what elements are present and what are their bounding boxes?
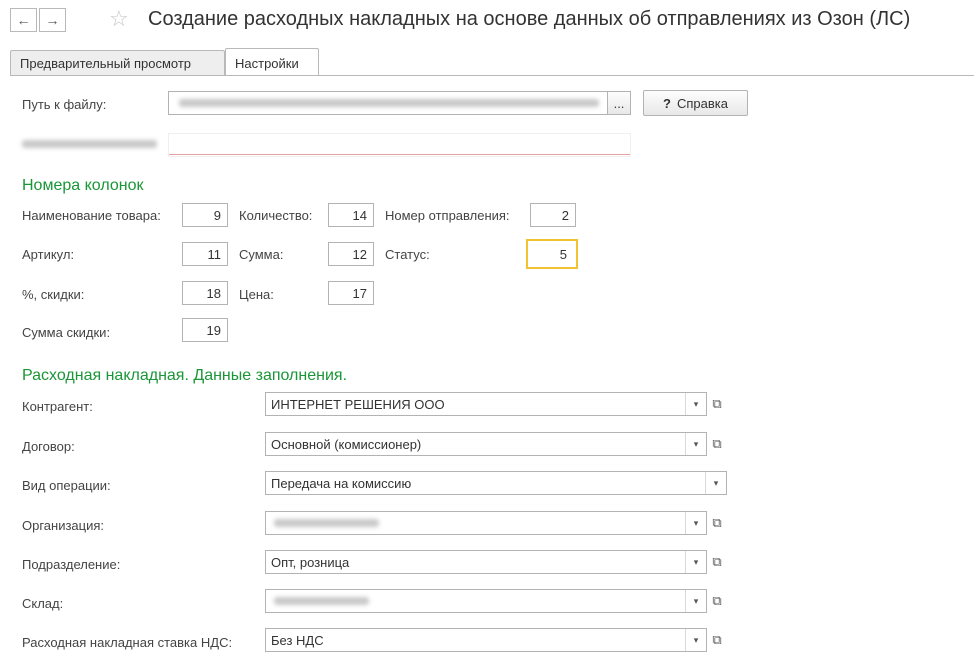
department-select[interactable]: Опт, розница ▾	[265, 550, 707, 574]
invoice-heading: Расходная накладная. Данные заполнения.	[22, 367, 348, 384]
open-icon[interactable]: ⧉	[707, 628, 727, 652]
warehouse-value-redacted	[274, 597, 369, 605]
open-icon[interactable]: ⧉	[707, 589, 727, 613]
help-button-label: Справка	[676, 95, 728, 111]
redacted-label	[22, 140, 157, 148]
question-icon: ?	[663, 95, 671, 111]
discount-pct-column-input[interactable]: 18	[182, 281, 228, 305]
warehouse-select[interactable]: ▾	[265, 589, 707, 613]
discount-sum-column-label: Сумма скидки:	[22, 325, 111, 340]
open-icon[interactable]: ⧉	[707, 511, 727, 535]
chevron-down-icon[interactable]: ▾	[685, 512, 706, 534]
forward-button[interactable]: →	[39, 8, 66, 32]
price-column-input[interactable]: 17	[328, 281, 374, 305]
name-column-input[interactable]: 9	[182, 203, 228, 227]
contract-label: Договор:	[22, 439, 75, 454]
article-column-input[interactable]: 11	[182, 242, 228, 266]
open-icon[interactable]: ⧉	[707, 392, 727, 416]
warehouse-label: Склад:	[22, 596, 64, 611]
star-icon[interactable]: ☆	[109, 6, 129, 32]
arrow-left-icon: ←	[16, 12, 31, 28]
open-icon[interactable]: ⧉	[707, 550, 727, 574]
qty-column-label: Количество:	[239, 208, 313, 223]
browse-button[interactable]: ...	[607, 91, 631, 115]
file-path-input[interactable]	[168, 91, 608, 115]
file-path-value-redacted	[179, 99, 599, 107]
organization-label: Организация:	[22, 518, 105, 533]
sum-column-label: Сумма:	[239, 247, 284, 262]
sum-column-input[interactable]: 12	[328, 242, 374, 266]
operation-label: Вид операции:	[22, 478, 111, 493]
name-column-label: Наименование товара:	[22, 208, 161, 223]
operation-select[interactable]: Передача на комиссию ▾	[265, 471, 727, 495]
chevron-down-icon[interactable]: ▾	[685, 433, 706, 455]
chevron-down-icon[interactable]: ▾	[685, 551, 706, 573]
contract-select[interactable]: Основной (комиссионер) ▾	[265, 432, 707, 456]
tab-preview[interactable]: Предварительный просмотр	[10, 50, 225, 75]
redacted-input[interactable]	[168, 133, 631, 157]
discount-pct-column-label: %, скидки:	[22, 287, 85, 302]
arrow-right-icon: →	[45, 12, 60, 28]
department-label: Подразделение:	[22, 557, 121, 572]
vat-rate-select[interactable]: Без НДС ▾	[265, 628, 707, 652]
organization-value-redacted	[274, 519, 379, 527]
chevron-down-icon[interactable]: ▾	[685, 393, 706, 415]
article-column-label: Артикул:	[22, 247, 75, 262]
chevron-down-icon[interactable]: ▾	[705, 472, 726, 494]
status-column-label: Статус:	[385, 247, 430, 262]
file-path-label: Путь к файлу:	[22, 97, 107, 112]
price-column-label: Цена:	[239, 287, 274, 302]
chevron-down-icon[interactable]: ▾	[685, 590, 706, 612]
help-button[interactable]: ? Справка	[643, 90, 748, 116]
back-button[interactable]: ←	[10, 8, 37, 32]
discount-sum-column-input[interactable]: 19	[182, 318, 228, 342]
chevron-down-icon[interactable]: ▾	[685, 629, 706, 651]
vat-rate-label: Расходная накладная ставка НДС:	[22, 635, 233, 650]
columns-heading: Номера колонок	[22, 177, 144, 194]
status-column-input[interactable]: 5	[526, 239, 578, 269]
page-title: Создание расходных накладных на основе д…	[148, 8, 911, 30]
tab-settings[interactable]: Настройки	[225, 48, 319, 75]
qty-column-input[interactable]: 14	[328, 203, 374, 227]
organization-select[interactable]: ▾	[265, 511, 707, 535]
counterparty-select[interactable]: ИНТЕРНЕТ РЕШЕНИЯ ООО ▾	[265, 392, 707, 416]
shipment-column-input[interactable]: 2	[530, 203, 576, 227]
counterparty-label: Контрагент:	[22, 399, 93, 414]
shipment-column-label: Номер отправления:	[385, 208, 510, 223]
open-icon[interactable]: ⧉	[707, 432, 727, 456]
